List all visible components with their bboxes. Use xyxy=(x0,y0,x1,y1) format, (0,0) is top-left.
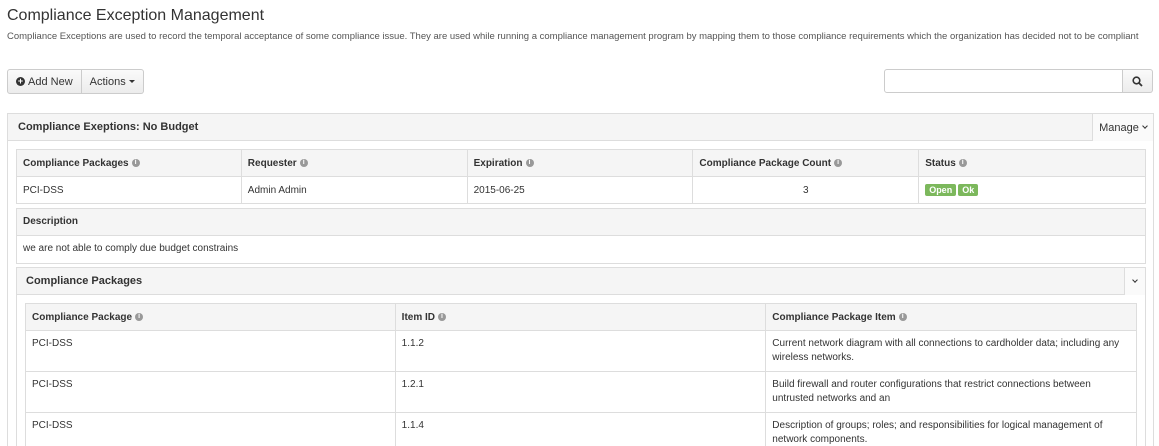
item-id-cell: 1.1.2 xyxy=(394,330,767,372)
info-icon[interactable]: i xyxy=(834,158,843,167)
page-description: Compliance Exceptions are used to record… xyxy=(7,31,1139,42)
package-cell: PCI-DSS xyxy=(25,371,396,413)
column-header-label: Status xyxy=(925,157,956,169)
exception-panel-header: Compliance Exeptions: No Budget Manage xyxy=(8,114,1153,141)
chevron-down-icon xyxy=(1142,123,1148,129)
description-label: Description xyxy=(17,209,1145,236)
table-row: PCI-DSS 1.1.2 Current network diagram wi… xyxy=(25,330,1137,372)
compliance-packages-title: Compliance Packages xyxy=(26,275,143,287)
exception-title: Compliance Exeptions: No Budget xyxy=(18,121,199,133)
chevron-down-icon xyxy=(1132,277,1138,283)
column-header-label: Compliance Package xyxy=(32,311,133,323)
package-count-cell: 3 xyxy=(692,176,920,204)
info-icon[interactable]: i xyxy=(299,158,308,167)
table-header-row: Compliance Packages i Requester i Expirati… xyxy=(16,149,1146,177)
add-new-button[interactable]: + Add New xyxy=(7,69,82,94)
table-row: PCI-DSS 1.2.1 Build firewall and router … xyxy=(25,371,1137,413)
table-row: PCI-DSS 1.1.4 Description of groups; rol… xyxy=(25,412,1137,446)
column-header-label: Expiration xyxy=(473,157,523,169)
item-id-cell: 1.2.1 xyxy=(394,371,767,413)
info-icon[interactable]: i xyxy=(131,158,140,167)
info-icon[interactable]: i xyxy=(135,312,144,321)
info-icon[interactable]: i xyxy=(438,312,447,321)
toolbar: + Add New Actions xyxy=(7,69,144,94)
exception-summary-table: Compliance Packages i Requester i Expirati… xyxy=(16,149,1146,204)
table-row: PCI-DSS Admin Admin 2015-06-25 3 Open Ok xyxy=(16,176,1146,204)
search-bar xyxy=(884,69,1153,93)
package-cell: PCI-DSS xyxy=(25,412,396,446)
column-header-label: Item ID xyxy=(401,311,436,323)
column-header: Compliance Package i xyxy=(25,303,396,331)
column-header-label: Compliance Package Item xyxy=(772,311,896,323)
collapse-toggle-button[interactable] xyxy=(1124,268,1145,295)
status-badge-ok: Ok xyxy=(958,184,979,196)
manage-label: Manage xyxy=(1099,121,1139,134)
item-cell: Description of groups; roles; and respon… xyxy=(765,412,1137,446)
search-input[interactable] xyxy=(884,69,1124,93)
requester-cell: Admin Admin xyxy=(240,176,468,204)
compliance-packages-table: Compliance Package i Item ID i Compliance … xyxy=(25,303,1137,446)
column-header-label: Requester xyxy=(247,157,297,169)
plus-circle-icon: + xyxy=(16,76,25,86)
exception-panel: Compliance Exeptions: No Budget Manage C… xyxy=(7,113,1154,446)
search-button[interactable] xyxy=(1123,69,1153,93)
description-box: Description we are not able to comply du… xyxy=(16,208,1146,264)
item-cell: Current network diagram with all connect… xyxy=(765,330,1137,372)
item-cell: Build firewall and router configurations… xyxy=(765,371,1137,413)
page-title: Compliance Exception Management xyxy=(7,7,265,24)
compliance-packages-header: Compliance Packages xyxy=(17,268,1145,295)
column-header: Item ID i xyxy=(394,303,767,331)
column-header: Requester i xyxy=(240,149,468,177)
manage-button[interactable]: Manage xyxy=(1092,114,1153,141)
column-header: Compliance Package Count i xyxy=(692,149,920,177)
info-icon[interactable]: i xyxy=(525,158,534,167)
info-icon[interactable]: i xyxy=(958,158,967,167)
package-cell: PCI-DSS xyxy=(25,330,396,372)
table-header-row: Compliance Package i Item ID i Compliance … xyxy=(25,303,1137,331)
status-badge-open: Open xyxy=(925,184,957,196)
column-header-label: Compliance Packages xyxy=(23,157,129,169)
actions-button[interactable]: Actions xyxy=(81,69,144,94)
compliance-packages-panel: Compliance Packages Compliance Package i … xyxy=(16,267,1146,446)
description-text: we are not able to comply due budget con… xyxy=(23,243,239,254)
column-header-label: Compliance Package Count xyxy=(699,157,832,169)
status-cell: Open Ok xyxy=(918,176,1146,204)
column-header: Compliance Packages i xyxy=(16,149,242,177)
compliance-packages-cell: PCI-DSS xyxy=(16,176,242,204)
item-id-cell: 1.1.4 xyxy=(394,412,767,446)
column-header: Expiration i xyxy=(466,149,694,177)
info-icon[interactable]: i xyxy=(898,312,907,321)
actions-label: Actions xyxy=(89,75,126,88)
caret-down-icon xyxy=(128,80,135,83)
add-new-label: Add New xyxy=(28,75,73,88)
column-header: Compliance Package Item i xyxy=(765,303,1137,331)
column-header: Status i xyxy=(918,149,1146,177)
expiration-cell: 2015-06-25 xyxy=(466,176,694,204)
search-icon xyxy=(1132,75,1143,87)
